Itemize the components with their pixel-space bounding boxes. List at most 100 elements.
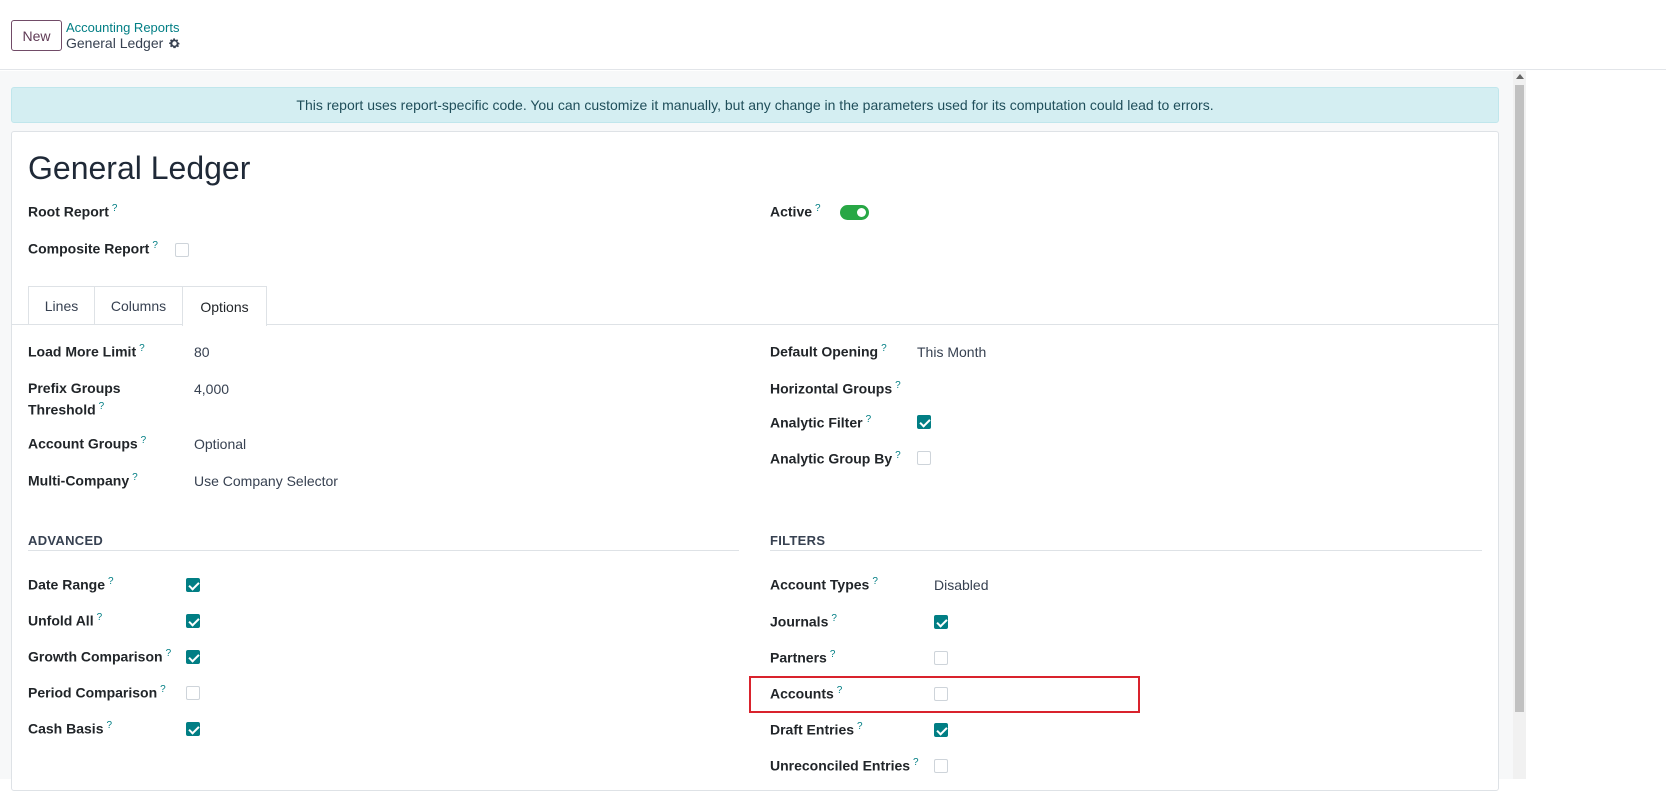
help-marker-icon[interactable]: ? <box>152 240 158 251</box>
draft-entries-label-text: Draft Entries <box>770 721 855 738</box>
cash-basis-checkbox[interactable] <box>186 722 200 736</box>
account-groups-label: Account Groups? <box>28 435 146 452</box>
advanced-section-heading: ADVANCED <box>28 533 104 548</box>
help-marker-icon[interactable]: ? <box>837 685 843 696</box>
journals-label: Journals? <box>770 613 837 630</box>
tab-lines[interactable]: Lines <box>28 286 95 325</box>
growth-comparison-checkbox[interactable] <box>186 650 200 664</box>
partners-checkbox[interactable] <box>934 651 948 665</box>
help-marker-icon[interactable]: ? <box>139 343 145 354</box>
date-range-label-text: Date Range <box>28 576 106 593</box>
multi-company-label-text: Multi-Company <box>28 472 130 489</box>
composite-report-label-text: Composite Report <box>28 240 150 257</box>
accounts-label-text: Accounts <box>770 685 834 702</box>
help-marker-icon[interactable]: ? <box>99 401 105 412</box>
help-marker-icon[interactable]: ? <box>872 576 878 587</box>
tab-columns-label: Columns <box>110 298 167 314</box>
right-gutter <box>1526 71 1666 779</box>
help-marker-icon[interactable]: ? <box>895 450 901 461</box>
help-marker-icon[interactable]: ? <box>97 612 103 623</box>
scroll-up-arrow-icon[interactable] <box>1516 74 1524 79</box>
help-marker-icon[interactable]: ? <box>913 757 919 768</box>
partners-label-text: Partners <box>770 649 827 666</box>
unreconciled-entries-label: Unreconciled Entries? <box>770 757 919 774</box>
analytic-group-by-checkbox[interactable] <box>917 451 931 465</box>
tab-columns[interactable]: Columns <box>94 286 183 325</box>
info-alert: This report uses report-specific code. Y… <box>11 87 1499 123</box>
help-marker-icon[interactable]: ? <box>112 203 118 214</box>
account-types-label: Account Types? <box>770 576 878 593</box>
analytic-filter-label: Analytic Filter? <box>770 414 871 431</box>
period-comparison-label: Period Comparison? <box>28 684 166 701</box>
account-groups-value[interactable]: Optional <box>194 436 246 452</box>
new-button-label: New <box>22 27 51 44</box>
tab-options[interactable]: Options <box>182 286 267 326</box>
help-marker-icon[interactable]: ? <box>815 203 821 214</box>
help-marker-icon[interactable]: ? <box>166 648 172 659</box>
active-toggle[interactable] <box>840 205 869 220</box>
journals-checkbox[interactable] <box>934 615 948 629</box>
unfold-all-label-text: Unfold All <box>28 612 94 629</box>
help-marker-icon[interactable]: ? <box>160 684 166 695</box>
help-marker-icon[interactable]: ? <box>108 576 114 587</box>
help-marker-icon[interactable]: ? <box>830 649 836 660</box>
help-marker-icon[interactable]: ? <box>866 414 872 425</box>
root-report-label: Root Report? <box>28 203 117 220</box>
period-comparison-checkbox[interactable] <box>186 686 200 700</box>
analytic-group-by-label-text: Analytic Group By <box>770 450 893 467</box>
default-opening-label: Default Opening? <box>770 343 887 360</box>
cash-basis-label: Cash Basis? <box>28 720 112 737</box>
breadcrumb-parent-link[interactable]: Accounting Reports <box>66 20 179 35</box>
new-button[interactable]: New <box>11 20 62 51</box>
tab-options-label: Options <box>200 298 249 315</box>
gear-icon[interactable] <box>168 37 181 50</box>
scrollbar[interactable] <box>1513 71 1526 779</box>
help-marker-icon[interactable]: ? <box>857 721 863 732</box>
account-types-value[interactable]: Disabled <box>934 577 988 593</box>
help-marker-icon[interactable]: ? <box>106 720 112 731</box>
account-groups-label-text: Account Groups <box>28 435 138 452</box>
date-range-label: Date Range? <box>28 576 114 593</box>
filters-section-divider <box>770 550 1482 551</box>
growth-comparison-label: Growth Comparison? <box>28 648 171 665</box>
breadcrumb-current-label: General Ledger <box>66 35 164 51</box>
help-marker-icon[interactable]: ? <box>141 435 147 446</box>
default-opening-value[interactable]: This Month <box>917 344 986 360</box>
period-comparison-label-text: Period Comparison <box>28 684 158 701</box>
accounts-checkbox[interactable] <box>934 687 948 701</box>
prefix-groups-label-line1: Prefix Groups <box>28 380 121 396</box>
help-marker-icon[interactable]: ? <box>881 343 887 354</box>
multi-company-value[interactable]: Use Company Selector <box>194 473 338 489</box>
prefix-groups-value[interactable]: 4,000 <box>194 381 229 397</box>
unfold-all-label: Unfold All? <box>28 612 102 629</box>
default-opening-label-text: Default Opening <box>770 343 879 360</box>
analytic-filter-checkbox[interactable] <box>917 415 931 429</box>
filters-section-heading: FILTERS <box>770 533 826 548</box>
advanced-section-divider <box>28 550 739 551</box>
cash-basis-label-text: Cash Basis <box>28 720 104 737</box>
active-label: Active? <box>770 203 821 220</box>
tab-lines-label: Lines <box>44 298 79 314</box>
prefix-groups-label-line2-text: Threshold <box>28 401 96 418</box>
help-marker-icon[interactable]: ? <box>831 613 837 624</box>
date-range-checkbox[interactable] <box>186 578 200 592</box>
composite-report-label: Composite Report? <box>28 240 158 257</box>
partners-label: Partners? <box>770 649 835 666</box>
analytic-group-by-label: Analytic Group By? <box>770 450 901 467</box>
load-more-limit-value[interactable]: 80 <box>194 344 210 360</box>
draft-entries-checkbox[interactable] <box>934 723 948 737</box>
journals-label-text: Journals <box>770 613 829 630</box>
analytic-filter-label-text: Analytic Filter <box>770 414 863 431</box>
help-marker-icon[interactable]: ? <box>895 380 901 391</box>
help-marker-icon[interactable]: ? <box>132 472 138 483</box>
active-label-text: Active <box>770 203 813 220</box>
load-more-limit-label-text: Load More Limit <box>28 343 137 360</box>
scrollbar-thumb[interactable] <box>1515 85 1524 712</box>
composite-report-checkbox[interactable] <box>175 243 189 257</box>
page-title[interactable]: General Ledger <box>28 150 250 187</box>
breadcrumb-current: General Ledger <box>66 35 181 51</box>
unreconciled-entries-checkbox[interactable] <box>934 759 948 773</box>
draft-entries-label: Draft Entries? <box>770 721 863 738</box>
horizontal-groups-label: Horizontal Groups? <box>770 380 901 397</box>
unfold-all-checkbox[interactable] <box>186 614 200 628</box>
